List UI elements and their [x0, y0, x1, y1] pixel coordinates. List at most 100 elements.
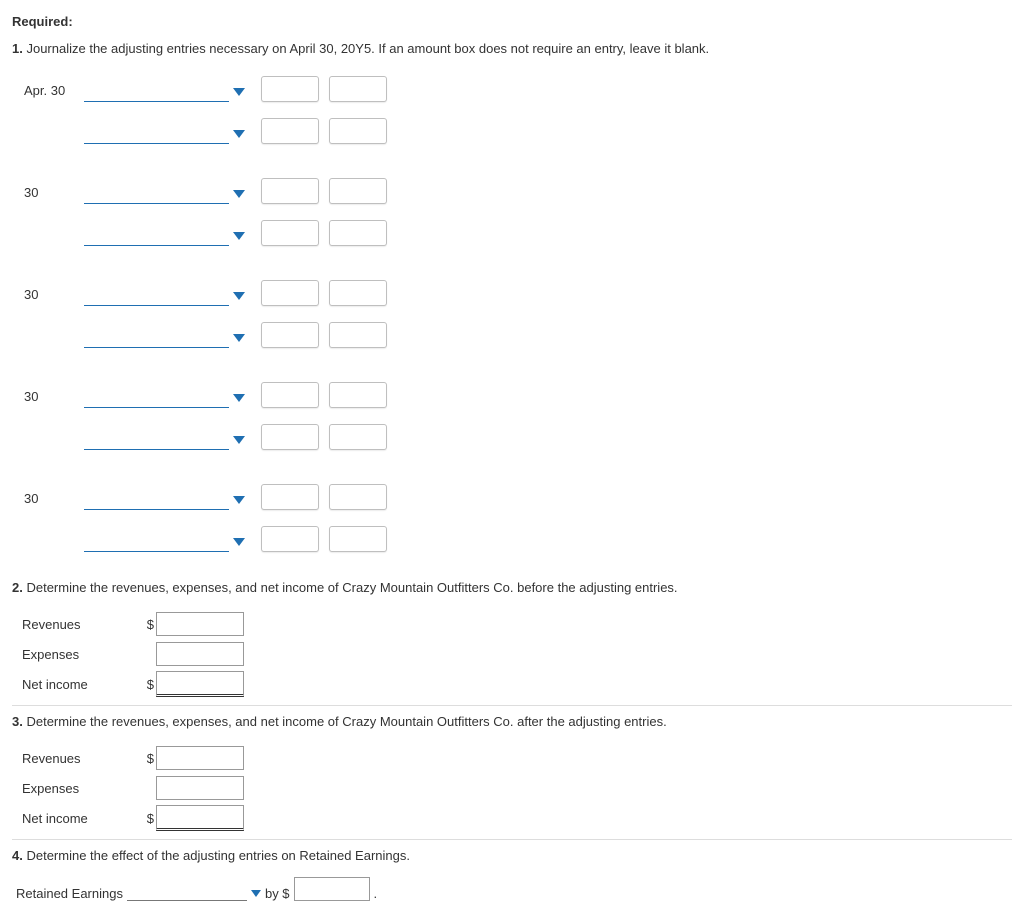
q2-instruction: 2. Determine the revenues, expenses, and… — [12, 580, 1012, 595]
required-heading: Required: — [12, 14, 1012, 29]
netincome-label: Net income — [22, 811, 142, 826]
retained-earnings-label: Retained Earnings — [16, 886, 123, 901]
journal-row: 30 — [24, 274, 1012, 306]
netincome-input[interactable] — [156, 671, 244, 697]
date-label: 30 — [24, 389, 84, 408]
q4-number: 4. — [12, 848, 23, 863]
q1-number: 1. — [12, 41, 23, 56]
q3-totals: Revenues $ Expenses Net income $ — [22, 743, 1012, 833]
q3-instruction: 3. Determine the revenues, expenses, and… — [12, 714, 1012, 729]
account-dropdown-line[interactable] — [84, 487, 229, 510]
debit-input[interactable] — [261, 322, 319, 348]
debit-input[interactable] — [261, 76, 319, 102]
credit-input[interactable] — [329, 76, 387, 102]
q3-expenses-row: Expenses — [22, 773, 1012, 803]
account-dropdown-line[interactable] — [84, 121, 229, 144]
expenses-label: Expenses — [22, 781, 142, 796]
credit-input[interactable] — [329, 526, 387, 552]
effect-dropdown-line[interactable] — [127, 880, 247, 901]
date-label: 30 — [24, 491, 84, 510]
retained-earnings-amount-input[interactable] — [294, 877, 370, 901]
q3-text: Determine the revenues, expenses, and ne… — [26, 714, 666, 729]
credit-input[interactable] — [329, 220, 387, 246]
account-dropdown-line[interactable] — [84, 427, 229, 450]
journal-row: Apr. 30 — [24, 70, 1012, 102]
q3-netincome-row: Net income $ — [22, 803, 1012, 833]
journal-row: 30 — [24, 172, 1012, 204]
credit-input[interactable] — [329, 322, 387, 348]
expenses-input[interactable] — [156, 776, 244, 800]
journal-group-5: 30 — [24, 478, 1012, 552]
account-dropdown-line[interactable] — [84, 529, 229, 552]
divider — [12, 839, 1012, 840]
by-label: by $ — [265, 886, 290, 901]
credit-input[interactable] — [329, 280, 387, 306]
account-dropdown-line[interactable] — [84, 79, 229, 102]
credit-input[interactable] — [329, 484, 387, 510]
account-dropdown-line[interactable] — [84, 385, 229, 408]
q2-number: 2. — [12, 580, 23, 595]
revenues-input[interactable] — [156, 612, 244, 636]
journal-row — [24, 112, 1012, 144]
period: . — [374, 886, 378, 901]
chevron-down-icon[interactable] — [233, 334, 245, 342]
credit-input[interactable] — [329, 178, 387, 204]
date-label: Apr. 30 — [24, 83, 84, 102]
q1-text: Journalize the adjusting entries necessa… — [26, 41, 709, 56]
chevron-down-icon[interactable] — [233, 394, 245, 402]
q2-netincome-row: Net income $ — [22, 669, 1012, 699]
account-dropdown-line[interactable] — [84, 223, 229, 246]
journal-row — [24, 520, 1012, 552]
revenues-input[interactable] — [156, 746, 244, 770]
chevron-down-icon[interactable] — [233, 88, 245, 96]
debit-input[interactable] — [261, 178, 319, 204]
debit-input[interactable] — [261, 484, 319, 510]
credit-input[interactable] — [329, 424, 387, 450]
journal-row — [24, 214, 1012, 246]
q3-revenues-row: Revenues $ — [22, 743, 1012, 773]
debit-input[interactable] — [261, 424, 319, 450]
chevron-down-icon[interactable] — [233, 436, 245, 444]
chevron-down-icon[interactable] — [233, 232, 245, 240]
debit-input[interactable] — [261, 280, 319, 306]
q2-text: Determine the revenues, expenses, and ne… — [26, 580, 677, 595]
revenues-label: Revenues — [22, 617, 142, 632]
date-label-empty — [24, 344, 84, 348]
journal-group-3: 30 — [24, 274, 1012, 348]
credit-input[interactable] — [329, 118, 387, 144]
debit-input[interactable] — [261, 118, 319, 144]
netincome-input[interactable] — [156, 805, 244, 831]
account-dropdown-line[interactable] — [84, 283, 229, 306]
revenues-label: Revenues — [22, 751, 142, 766]
q2-expenses-row: Expenses — [22, 639, 1012, 669]
account-dropdown-line[interactable] — [84, 325, 229, 348]
credit-input[interactable] — [329, 382, 387, 408]
journal-row — [24, 316, 1012, 348]
dollar-sign: $ — [142, 617, 156, 632]
account-dropdown-line[interactable] — [84, 181, 229, 204]
debit-input[interactable] — [261, 526, 319, 552]
debit-input[interactable] — [261, 220, 319, 246]
chevron-down-icon[interactable] — [233, 496, 245, 504]
chevron-down-icon[interactable] — [233, 292, 245, 300]
journal-group-1: Apr. 30 — [24, 70, 1012, 144]
chevron-down-icon[interactable] — [233, 130, 245, 138]
divider — [12, 705, 1012, 706]
journal-row — [24, 418, 1012, 450]
q4-text: Determine the effect of the adjusting en… — [26, 848, 410, 863]
debit-input[interactable] — [261, 382, 319, 408]
dollar-sign: $ — [142, 751, 156, 766]
chevron-down-icon[interactable] — [251, 890, 261, 897]
date-label-empty — [24, 446, 84, 450]
q2-revenues-row: Revenues $ — [22, 609, 1012, 639]
dollar-sign: $ — [142, 677, 156, 692]
journal-entries: Apr. 30 30 — [24, 70, 1012, 552]
q2-totals: Revenues $ Expenses Net income $ — [22, 609, 1012, 699]
chevron-down-icon[interactable] — [233, 538, 245, 546]
journal-row: 30 — [24, 478, 1012, 510]
expenses-input[interactable] — [156, 642, 244, 666]
q3-number: 3. — [12, 714, 23, 729]
chevron-down-icon[interactable] — [233, 190, 245, 198]
date-label-empty — [24, 140, 84, 144]
date-label-empty — [24, 548, 84, 552]
